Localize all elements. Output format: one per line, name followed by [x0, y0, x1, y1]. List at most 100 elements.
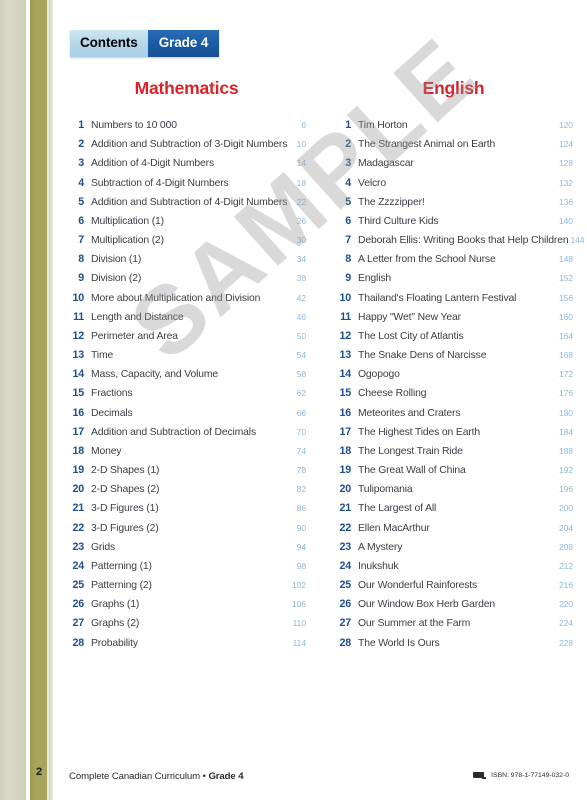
toc-item-page: 58 [296, 369, 306, 380]
toc-item-label: 3-D Figures (2) [91, 522, 159, 534]
toc-item-number: 2 [78, 138, 84, 151]
toc-row[interactable]: 23 A Mystery 208 [334, 541, 574, 554]
toc-item-number: 5 [78, 195, 84, 208]
toc-item-page: 42 [296, 292, 306, 303]
toc-item-page: 148 [558, 254, 573, 265]
toc-row[interactable]: 22 3-D Figures (2) 90 [67, 522, 307, 535]
toc-item-number: 3 [78, 157, 84, 170]
toc-item-label: Ogopogo [358, 369, 400, 381]
toc-row[interactable]: 26 Our Window Box Herb Garden 220 [334, 598, 574, 611]
toc-row[interactable]: 9 Division (2) 38 [67, 272, 306, 285]
toc-row[interactable]: 13 Time 54 [67, 349, 307, 362]
toc-row[interactable]: 8 Division (1) 34 [67, 253, 306, 266]
toc-row[interactable]: 9 English 152 [334, 272, 573, 285]
toc-item-label: The World Is Ours [358, 637, 440, 649]
toc-row[interactable]: 4 Subtraction of 4-Digit Numbers 18 [67, 177, 306, 190]
toc-item-number: 14 [72, 368, 85, 381]
toc-item-number: 25 [72, 579, 85, 592]
toc-row[interactable]: 6 Third Culture Kids 140 [334, 215, 573, 228]
toc-row[interactable]: 19 2-D Shapes (1) 78 [67, 464, 307, 477]
toc-row[interactable]: 10 Thailand's Floating Lantern Festival 15… [334, 291, 574, 305]
toc-row[interactable]: 5 Addition and Subtraction of 4-Digit Num… [67, 196, 306, 209]
toc-row[interactable]: 18 Money 74 [67, 445, 307, 458]
toc-row[interactable]: 7 Deborah Ellis: Writing Books that Help … [334, 234, 584, 247]
toc-row[interactable]: 4 Velcro 132 [334, 177, 573, 190]
toc-row[interactable]: 21 The Largest of All 200 [334, 502, 574, 515]
tab-contents[interactable]: Contents [70, 30, 148, 57]
toc-row[interactable]: 2 The Strangest Animal on Earth 124 [334, 138, 573, 151]
toc-row[interactable]: 1 Numbers to 10 000 6 [67, 119, 306, 132]
toc-row[interactable]: 17 Addition and Subtraction of Decimals 70 [67, 425, 307, 439]
toc-column-mathematics: Mathematics 1 Numbers to 10 000 6 2 Addition… [53, 78, 320, 656]
toc-row[interactable]: 23 Grids 94 [67, 541, 307, 554]
toc-row[interactable]: 5 The Zzzzipper! 136 [334, 196, 573, 209]
toc-row[interactable]: 13 The Snake Dens of Narcisse 168 [334, 349, 574, 362]
book-icon [473, 771, 487, 780]
toc-row[interactable]: 12 Perimeter and Area 50 [67, 330, 307, 343]
toc-item-label: Our Wonderful Rainforests [358, 580, 478, 592]
tab-grade[interactable]: Grade 4 [147, 30, 220, 57]
toc-item-page: 98 [296, 560, 306, 571]
toc-item-label: Mass, Capacity, and Volume [91, 369, 219, 381]
toc-item-number: 1 [345, 119, 351, 131]
toc-row[interactable]: 26 Graphs (1) 106 [67, 598, 307, 611]
toc-row[interactable]: 6 Multiplication (1) 26 [67, 215, 306, 228]
toc-row[interactable]: 20 2-D Shapes (2) 82 [67, 483, 307, 496]
toc-item-number: 19 [339, 464, 352, 477]
toc-row[interactable]: 1 Tim Horton 120 [334, 119, 573, 132]
toc-row[interactable]: 14 Ogopogo 172 [334, 368, 574, 381]
toc-row[interactable]: 28 The World Is Ours 228 [334, 637, 574, 650]
toc-item-page: 180 [558, 407, 573, 418]
toc-row[interactable]: 3 Madagascar 128 [334, 157, 573, 170]
toc-row[interactable]: 11 Happy "Wet" New Year 160 [334, 311, 573, 324]
toc-item-number: 16 [72, 406, 85, 419]
toc-item-label: Length and Distance [91, 311, 184, 323]
toc-row[interactable]: 25 Our Wonderful Rainforests 216 [334, 579, 574, 592]
toc-item-label: Graphs (2) [91, 618, 140, 630]
toc-item-number: 24 [72, 559, 85, 572]
toc-item-label: Patterning (2) [91, 580, 152, 592]
toc-column-english: English 1 Tim Horton 120 2 The Strangest Ani… [320, 78, 587, 656]
footer-page-number: 2 [35, 766, 43, 778]
toc-row[interactable]: 25 Patterning (2) 102 [67, 579, 307, 592]
toc-item-label: Patterning (1) [91, 560, 152, 572]
toc-item-number: 15 [339, 387, 352, 400]
toc-row[interactable]: 8 A Letter from the School Nurse 148 [334, 253, 573, 266]
toc-item-number: 17 [72, 425, 85, 438]
toc-item-number: 9 [78, 272, 84, 285]
toc-row[interactable]: 18 The Longest Train Ride 188 [334, 445, 574, 458]
toc-item-number: 10 [339, 291, 352, 304]
column-title-mathematics: Mathematics [134, 78, 239, 98]
toc-item-label: Happy "Wet" New Year [358, 311, 461, 323]
toc-row[interactable]: 16 Decimals 66 [67, 406, 307, 420]
toc-item-label: Addition of 4-Digit Numbers [91, 158, 215, 170]
toc-row[interactable]: 19 The Great Wall of China 192 [334, 464, 574, 477]
toc-row[interactable]: 15 Fractions 62 [67, 387, 307, 400]
toc-item-page: 140 [558, 215, 573, 226]
toc-item-number: 13 [339, 349, 352, 362]
toc-item-label: Madagascar [358, 158, 414, 170]
toc-item-number: 27 [72, 617, 85, 630]
toc-row[interactable]: 2 Addition and Subtraction of 3-Digit Num… [67, 138, 306, 151]
toc-row[interactable]: 16 Meteorites and Craters 180 [334, 407, 574, 420]
toc-row[interactable]: 21 3-D Figures (1) 86 [67, 502, 307, 515]
toc-row[interactable]: 14 Mass, Capacity, and Volume 58 [67, 368, 307, 381]
toc-row[interactable]: 28 Probability 114 [67, 637, 307, 650]
toc-row[interactable]: 17 The Highest Tides on Earth 184 [334, 426, 574, 439]
toc-row[interactable]: 22 Ellen MacArthur 204 [334, 522, 574, 535]
toc-row[interactable]: 24 Inukshuk 212 [334, 560, 574, 573]
toc-item-page: 204 [558, 522, 573, 533]
toc-row[interactable]: 20 Tulipomania 196 [334, 483, 574, 496]
toc-row[interactable]: 27 Graphs (2) 110 [67, 617, 307, 630]
toc-item-number: 20 [72, 483, 85, 496]
toc-row[interactable]: 11 Length and Distance 46 [67, 311, 306, 324]
toc-row[interactable]: 10 More about Multiplication and Division… [67, 292, 307, 305]
toc-row[interactable]: 15 Cheese Rolling 176 [334, 387, 574, 400]
toc-row[interactable]: 7 Multiplication (2) 30 [67, 234, 306, 247]
toc-row[interactable]: 24 Patterning (1) 98 [67, 559, 307, 573]
toc-row[interactable]: 27 Our Summer at the Farm 224 [334, 617, 574, 630]
toc-row[interactable]: 12 The Lost City of Atlantis 164 [334, 330, 574, 343]
toc-item-page: 102 [291, 580, 306, 591]
toc-columns: Mathematics 1 Numbers to 10 000 6 2 Addition… [53, 78, 587, 656]
toc-row[interactable]: 3 Addition of 4-Digit Numbers 14 [67, 157, 306, 170]
